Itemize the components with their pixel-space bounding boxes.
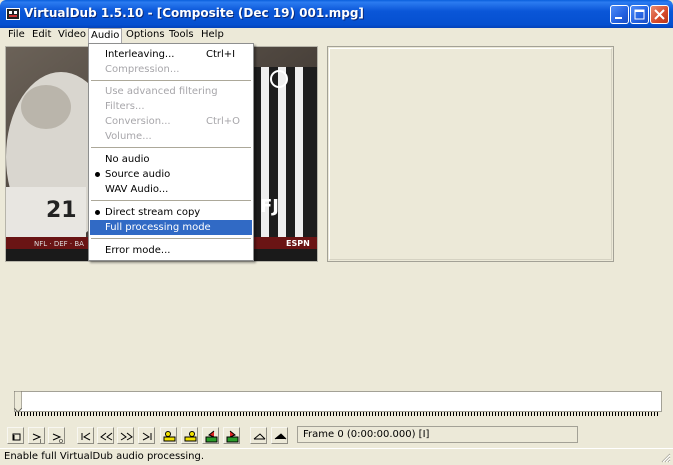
- end-icon: [142, 432, 152, 441]
- output-video-pane: [327, 46, 614, 262]
- menu-separator: [91, 200, 251, 202]
- menu-item-full-processing-mode[interactable]: Full processing mode: [90, 220, 252, 235]
- menu-item-compression[interactable]: Compression...: [90, 62, 252, 77]
- back-key-icon: [100, 432, 113, 441]
- svg-text:O: O: [59, 439, 63, 444]
- status-text: Enable full VirtualDub audio processing.: [4, 451, 205, 462]
- scene-back-button[interactable]: [202, 427, 219, 444]
- menu-audio[interactable]: Audio: [88, 28, 123, 43]
- mark-out-icon: [274, 433, 287, 440]
- menu-item-filters[interactable]: Filters...: [90, 99, 252, 114]
- prev-keyframe-button[interactable]: [160, 427, 177, 444]
- frame-position-field: Frame 0 (0:00:00.000) [I]: [297, 426, 578, 443]
- menu-separator: [91, 147, 251, 149]
- next-keyframe-icon: [184, 431, 197, 442]
- play-output-icon: O: [52, 433, 63, 444]
- menu-tools[interactable]: Tools: [169, 28, 194, 43]
- audio-menu-dropdown: Interleaving... Ctrl+I Compression... Us…: [88, 43, 254, 261]
- timeline-ticks: [15, 412, 660, 416]
- menu-options[interactable]: Options: [126, 28, 165, 43]
- stop-icon: [12, 433, 21, 441]
- app-window: VirtualDub 1.5.10 - [Composite (Dec 19) …: [0, 0, 673, 465]
- radio-bullet-icon: [95, 210, 100, 215]
- resize-grip-icon[interactable]: [659, 451, 671, 463]
- back-key-button[interactable]: [97, 427, 114, 444]
- play-input-button[interactable]: I: [28, 427, 45, 444]
- menu-item-interleaving[interactable]: Interleaving... Ctrl+I: [90, 47, 252, 62]
- minimize-button[interactable]: [610, 5, 629, 24]
- start-icon: [81, 432, 91, 441]
- go-start-button[interactable]: [77, 427, 94, 444]
- menu-bar: File Edit Video Audio Options Tools Help: [4, 28, 670, 43]
- mark-out-button[interactable]: [271, 427, 288, 444]
- go-end-button[interactable]: [138, 427, 155, 444]
- menu-help[interactable]: Help: [201, 28, 224, 43]
- prev-keyframe-icon: [163, 431, 176, 442]
- mark-in-icon: [253, 433, 266, 440]
- title-bar[interactable]: VirtualDub 1.5.10 - [Composite (Dec 19) …: [0, 0, 673, 28]
- play-input-icon: I: [32, 433, 41, 444]
- network-logo: ESPN: [286, 239, 310, 248]
- window-title: VirtualDub 1.5.10 - [Composite (Dec 19) …: [24, 6, 364, 20]
- minimize-icon: [615, 17, 622, 19]
- timeline-thumb[interactable]: [14, 391, 22, 413]
- menu-item-advanced-filtering[interactable]: Use advanced filtering: [90, 84, 252, 99]
- ticker-text: NFL · DEF · BA: [34, 240, 84, 248]
- menu-item-volume[interactable]: Volume...: [90, 129, 252, 144]
- svg-text:I: I: [40, 439, 41, 444]
- jersey-letters: FJ: [260, 196, 279, 217]
- play-output-button[interactable]: O: [48, 427, 65, 444]
- menu-item-error-mode[interactable]: Error mode...: [90, 243, 252, 258]
- maximize-icon: [634, 9, 645, 20]
- stop-button[interactable]: [7, 427, 24, 444]
- menu-file[interactable]: File: [8, 28, 25, 43]
- scene-forward-icon: [226, 430, 239, 443]
- menu-video[interactable]: Video: [58, 28, 86, 43]
- scene-back-icon: [205, 430, 218, 443]
- mark-in-button[interactable]: [250, 427, 267, 444]
- virtualdub-app-icon[interactable]: [6, 7, 20, 21]
- close-icon: [654, 9, 665, 20]
- prev-frame-icon: [120, 432, 133, 441]
- menu-edit[interactable]: Edit: [32, 28, 51, 43]
- menu-item-direct-stream-copy[interactable]: Direct stream copy: [90, 205, 252, 220]
- status-bar: Enable full VirtualDub audio processing.: [0, 448, 673, 465]
- menu-separator: [91, 80, 251, 82]
- menu-item-conversion[interactable]: Conversion... Ctrl+O: [90, 114, 252, 129]
- radio-bullet-icon: [95, 172, 100, 177]
- menu-item-wav-audio[interactable]: WAV Audio...: [90, 182, 252, 197]
- close-button[interactable]: [650, 5, 669, 24]
- timeline-track[interactable]: [14, 391, 662, 412]
- menu-item-source-audio[interactable]: Source audio: [90, 167, 252, 182]
- next-keyframe-button[interactable]: [181, 427, 198, 444]
- jersey-number: 21: [46, 198, 77, 223]
- prev-frame-button[interactable]: [117, 427, 134, 444]
- scene-forward-button[interactable]: [223, 427, 240, 444]
- maximize-button[interactable]: [630, 5, 649, 24]
- frame-position-text: Frame 0 (0:00:00.000) [I]: [303, 429, 430, 440]
- menu-item-no-audio[interactable]: No audio: [90, 152, 252, 167]
- menu-separator: [91, 238, 251, 240]
